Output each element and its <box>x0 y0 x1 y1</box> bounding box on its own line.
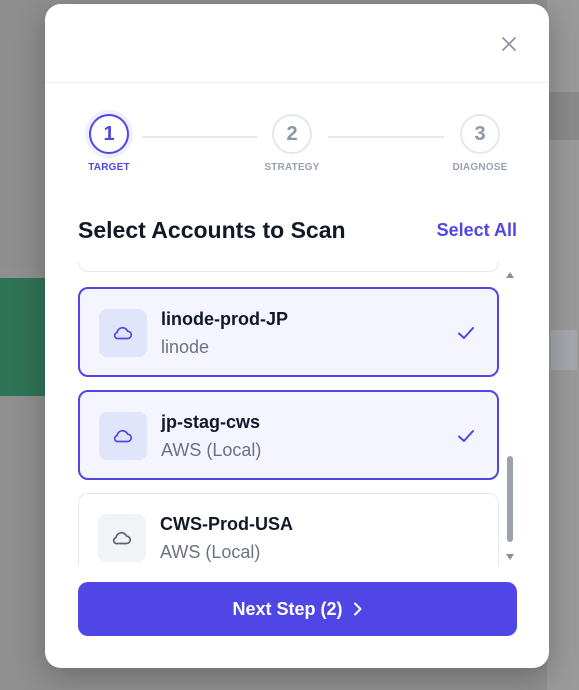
check-icon <box>458 430 474 442</box>
check-icon <box>458 327 474 339</box>
modal-header <box>45 4 549 83</box>
scroll-thumb[interactable] <box>507 456 513 542</box>
account-icon-box <box>99 309 147 357</box>
step-connector <box>142 136 257 138</box>
section-title: Select Accounts to Scan <box>78 217 346 243</box>
list-item[interactable]: jp-stag-cws AWS (Local) <box>78 390 499 480</box>
cloud-icon <box>112 531 132 545</box>
next-step-button[interactable]: Next Step (2) <box>78 582 517 636</box>
step-connector <box>328 136 444 138</box>
next-step-label: Next Step (2) <box>232 598 343 619</box>
account-name: CWS-Prod-USA <box>160 514 293 534</box>
scroll-down-arrow-icon[interactable] <box>505 552 515 562</box>
list-item[interactable]: linode-prod-JP linode <box>78 287 499 377</box>
backdrop-green-panel <box>0 278 46 396</box>
account-provider: AWS (Local) <box>161 440 262 460</box>
backdrop-bar <box>547 92 579 140</box>
close-button[interactable] <box>495 30 523 58</box>
step-number: 1 <box>89 114 129 154</box>
account-name: jp-stag-cws <box>161 412 261 432</box>
account-list: linode-prod-JP linode jp-stag-cws AWS (L… <box>78 262 503 566</box>
cloud-icon <box>113 326 133 340</box>
account-name: linode-prod-JP <box>161 309 288 329</box>
account-icon-box <box>99 412 147 460</box>
cloud-icon <box>113 429 133 443</box>
scroll-up-arrow-icon[interactable] <box>505 270 515 280</box>
account-provider: linode <box>161 337 210 357</box>
step-number: 2 <box>272 114 312 154</box>
chevron-right-icon <box>353 602 362 616</box>
backdrop-right <box>547 0 579 690</box>
account-provider: AWS (Local) <box>160 542 261 562</box>
list-scrollbar[interactable] <box>503 266 517 564</box>
select-all-button[interactable]: Select All <box>437 220 517 241</box>
list-item[interactable]: CWS-Prod-USA AWS (Local) <box>78 493 499 566</box>
backdrop-block <box>551 330 577 370</box>
step-target: 1 TARGET <box>64 114 154 173</box>
stepper: 1 TARGET 2 STRATEGY 3 DIAGNOSE <box>45 114 549 184</box>
account-icon-box <box>98 514 146 562</box>
step-label: TARGET <box>88 162 130 173</box>
step-diagnose: 3 DIAGNOSE <box>435 114 525 173</box>
step-number: 3 <box>460 114 500 154</box>
step-label: STRATEGY <box>264 162 320 173</box>
scan-wizard-modal: 1 TARGET 2 STRATEGY 3 DIAGNOSE Select Ac… <box>45 4 549 668</box>
backdrop-left <box>0 0 46 268</box>
close-icon <box>502 37 516 51</box>
step-label: DIAGNOSE <box>452 162 508 173</box>
list-item-partial[interactable] <box>78 262 499 272</box>
step-strategy: 2 STRATEGY <box>247 114 337 173</box>
